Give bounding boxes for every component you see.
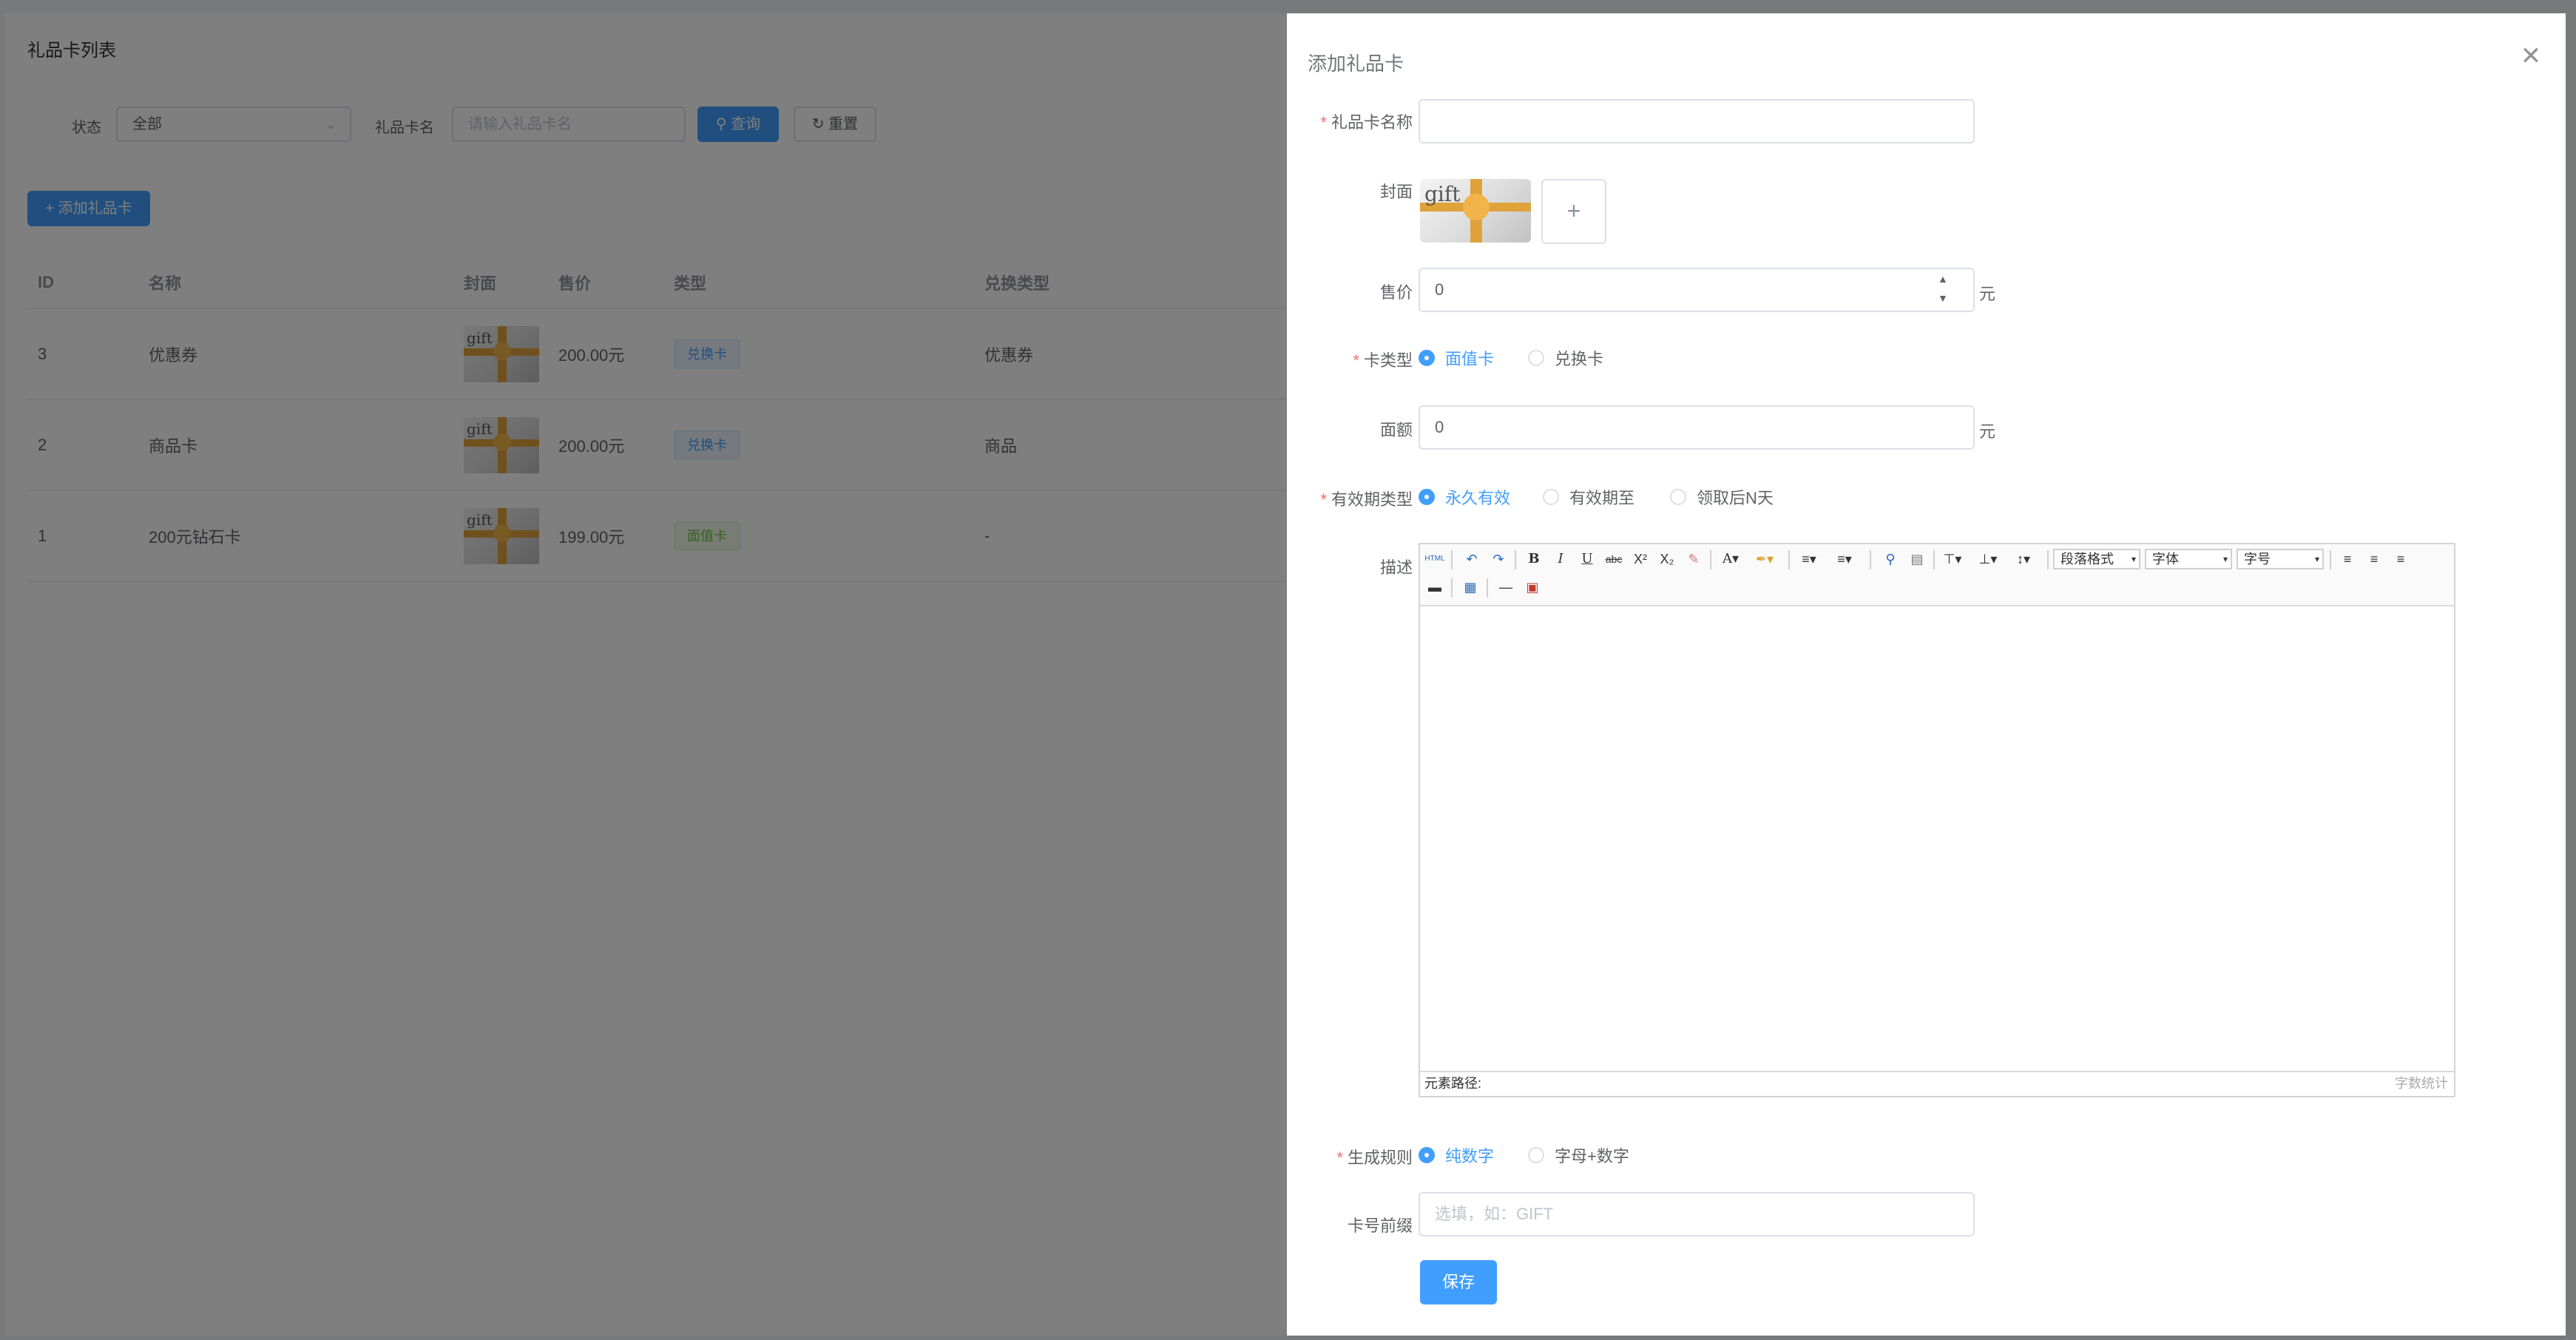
decrease-icon[interactable]: ▼ — [1938, 293, 1948, 303]
paragraph-format-select[interactable]: 段落格式 ▾ — [2053, 549, 2140, 569]
rich-text-editor: HTML ↶ ↷ B I U abc X² X₂ ✎ A▾ ✒▾ ≡▾ ≡▾ ⚲… — [1419, 543, 2455, 1097]
strikethrough-icon[interactable]: abc — [1603, 549, 1624, 569]
superscript-icon[interactable]: X² — [1630, 549, 1651, 569]
name-label: * 礼品卡名称 — [1320, 113, 1413, 132]
redo-icon[interactable]: ↷ — [1488, 549, 1509, 569]
html-source-icon[interactable]: HTML — [1424, 549, 1445, 569]
validity-radio-n-days[interactable]: 领取后N天 — [1670, 485, 1774, 509]
prefix-label: 卡号前缀 — [1347, 1217, 1413, 1235]
editor-toolbar: HTML ↶ ↷ B I U abc X² X₂ ✎ A▾ ✒▾ ≡▾ ≡▾ ⚲… — [1420, 544, 2454, 606]
required-mark: * — [1336, 1148, 1343, 1167]
upload-cover-button[interactable]: + — [1541, 179, 1606, 244]
description-label: 描述 — [1379, 558, 1413, 577]
horizontal-rule-icon[interactable]: — — [1495, 577, 1516, 598]
rule-radio-numeric[interactable]: 纯数字 — [1419, 1143, 1494, 1167]
editor-content-area[interactable] — [1420, 606, 2454, 1072]
unordered-list-icon[interactable]: ≡▾ — [1834, 549, 1855, 569]
bold-icon[interactable]: B — [1524, 549, 1544, 569]
cover-label: 封面 — [1379, 183, 1413, 201]
face-value-label: 面额 — [1379, 421, 1413, 439]
required-mark: * — [1320, 113, 1327, 132]
italic-icon[interactable]: I — [1550, 549, 1571, 569]
table-icon[interactable]: ▦ — [1460, 577, 1481, 598]
face-value-unit: 元 — [1979, 422, 1996, 441]
gift-card-name-input[interactable] — [1419, 99, 1975, 143]
save-button[interactable]: 保存 — [1420, 1260, 1497, 1305]
align-right-icon[interactable]: ≡ — [2390, 549, 2411, 569]
row-spacing-bottom-icon[interactable]: ⊥▾ — [1978, 549, 1998, 569]
chevron-down-icon: ▾ — [2314, 554, 2319, 564]
card-type-radio-face-value[interactable]: 面值卡 — [1419, 346, 1494, 370]
face-value-input[interactable] — [1419, 405, 1975, 450]
paste-icon[interactable]: ▤ — [1907, 549, 1927, 569]
line-height-icon[interactable]: ↕▾ — [2013, 549, 2034, 569]
required-mark: * — [1320, 490, 1327, 509]
required-mark: * — [1353, 351, 1359, 370]
ordered-list-icon[interactable]: ≡▾ — [1799, 549, 1819, 569]
eraser-icon[interactable]: ✎ — [1683, 549, 1704, 569]
cover-preview-image[interactable]: gift — [1420, 179, 1531, 243]
drawer-title: 添加礼品卡 — [1308, 53, 1404, 75]
highlight-icon[interactable]: ✒▾ — [1754, 549, 1775, 569]
link-icon[interactable]: ⚲ — [1880, 549, 1901, 569]
generation-rule-label: * 生成规则 — [1336, 1148, 1413, 1167]
align-justify-icon[interactable]: ▬ — [1424, 577, 1445, 598]
validity-label: * 有效期类型 — [1320, 490, 1413, 509]
font-color-icon[interactable]: A▾ — [1720, 549, 1741, 569]
undo-icon[interactable]: ↶ — [1461, 549, 1482, 569]
add-gift-card-drawer: 添加礼品卡 ✕ *礼品卡名称 封面 gift + 售价 ▲ ▼ 元 *卡类型 面… — [1287, 13, 2566, 1336]
close-icon[interactable]: ✕ — [2518, 43, 2544, 70]
rule-radio-alphanumeric[interactable]: 字母+数字 — [1528, 1143, 1629, 1167]
font-family-select[interactable]: 字体 ▾ — [2145, 549, 2232, 569]
image-icon[interactable]: ▣ — [1522, 577, 1543, 598]
price-input[interactable] — [1419, 268, 1975, 312]
underline-icon[interactable]: U — [1577, 549, 1598, 569]
align-center-icon[interactable]: ≡ — [2364, 549, 2384, 569]
validity-radio-until-date[interactable]: 有效期至 — [1543, 485, 1634, 509]
card-prefix-input[interactable] — [1419, 1192, 1975, 1236]
element-path-label: 元素路径: — [1424, 1076, 1482, 1091]
word-count-label[interactable]: 字数统计 — [2395, 1072, 2448, 1094]
card-type-label: * 卡类型 — [1353, 351, 1413, 370]
increase-icon[interactable]: ▲ — [1938, 274, 1948, 284]
chevron-down-icon: ▾ — [2222, 554, 2228, 564]
chevron-down-icon: ▾ — [2131, 554, 2136, 564]
align-left-icon[interactable]: ≡ — [2337, 549, 2358, 569]
plus-icon: + — [1566, 197, 1581, 224]
editor-status-bar: 元素路径: 字数统计 — [1420, 1071, 2454, 1096]
price-label: 售价 — [1379, 283, 1413, 302]
validity-radio-permanent[interactable]: 永久有效 — [1419, 485, 1510, 509]
price-unit: 元 — [1979, 285, 1996, 303]
row-spacing-top-icon[interactable]: ⊤▾ — [1942, 549, 1963, 569]
subscript-icon[interactable]: X₂ — [1657, 549, 1677, 569]
font-size-select[interactable]: 字号 ▾ — [2237, 549, 2324, 569]
card-type-radio-exchange[interactable]: 兑换卡 — [1528, 346, 1603, 370]
